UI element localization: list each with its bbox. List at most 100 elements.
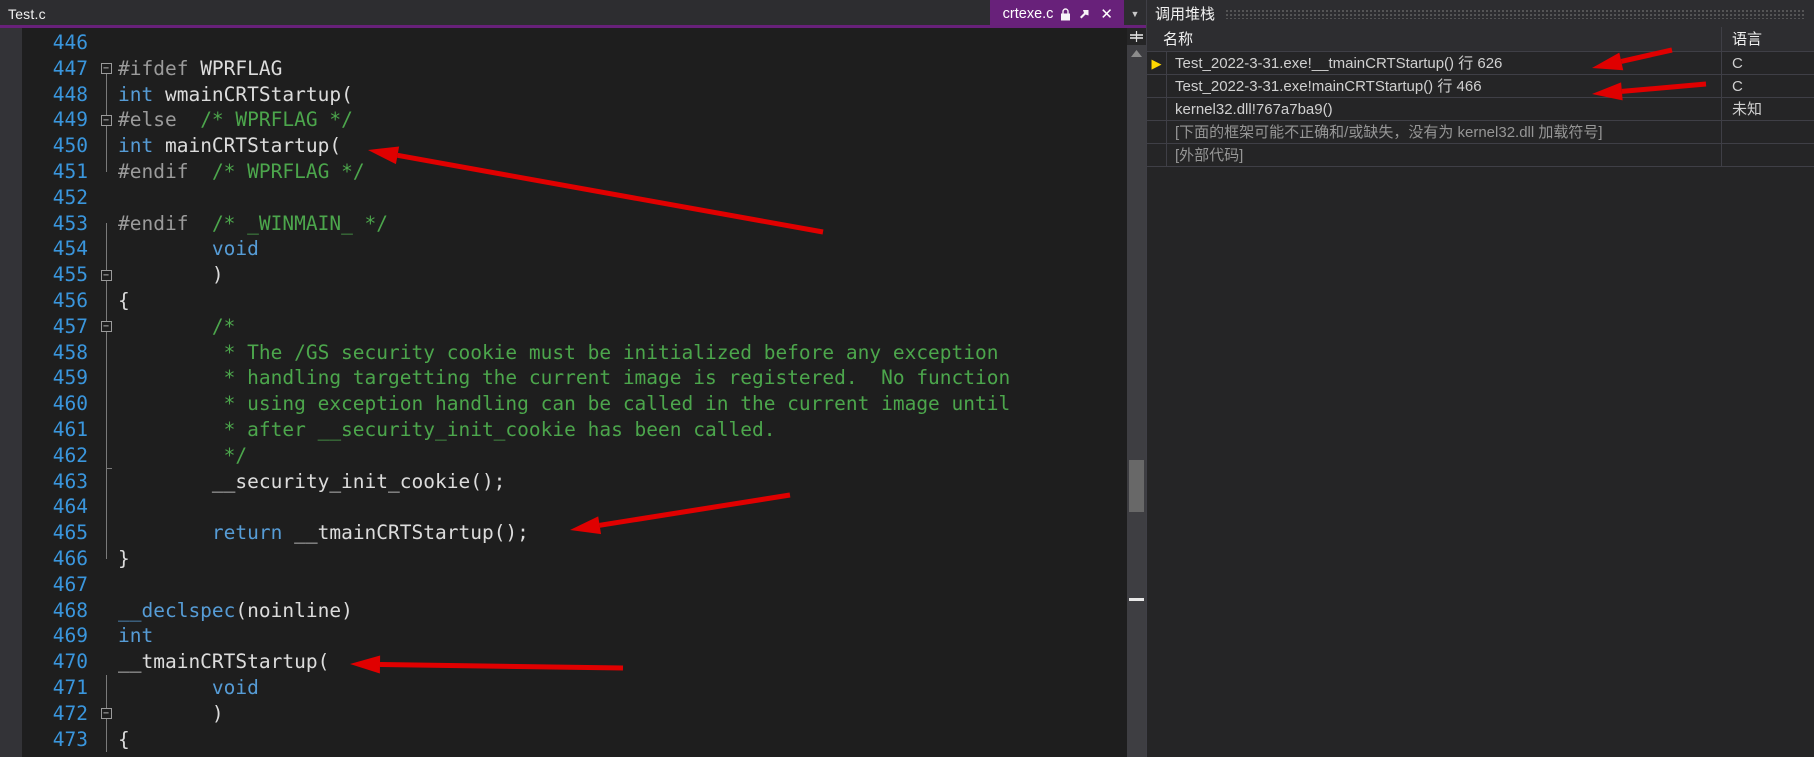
call-stack-frame-language — [1722, 121, 1814, 144]
fold-margin[interactable] — [96, 30, 116, 56]
fold-margin[interactable] — [96, 416, 116, 443]
fold-collapse-icon[interactable]: − — [100, 63, 112, 75]
code-line[interactable]: 459 * handling targetting the current im… — [22, 365, 1146, 392]
pin-icon[interactable] — [1078, 8, 1091, 21]
fold-margin[interactable] — [96, 468, 116, 495]
fold-margin[interactable] — [96, 211, 116, 237]
fold-collapse-icon[interactable]: − — [100, 114, 112, 126]
code-line[interactable]: 452 — [22, 185, 1146, 211]
fold-margin[interactable] — [96, 726, 116, 753]
code-token: wmainCRTStartup( — [153, 82, 353, 106]
code-line[interactable]: 465 return __tmainCRTStartup(); — [22, 520, 1146, 546]
code-line[interactable]: 471 void — [22, 674, 1146, 701]
fold-collapse-icon[interactable]: − — [100, 321, 112, 333]
code-token: #else — [118, 108, 177, 132]
code-line[interactable]: 461 * after __security_init_cookie has b… — [22, 416, 1146, 443]
split-view-icon[interactable] — [1127, 28, 1146, 45]
code-line[interactable]: 447− #ifdef WPRFLAG — [22, 56, 1146, 82]
fold-margin[interactable]: − — [96, 56, 116, 82]
fold-margin[interactable] — [96, 391, 116, 417]
line-number: 469 — [52, 624, 88, 648]
line-number: 455 — [52, 263, 88, 287]
fold-margin[interactable] — [96, 158, 116, 185]
code-line-text: { — [116, 288, 130, 314]
call-stack-row[interactable]: kernel32.dll!767a7ba9() 未知 — [1147, 97, 1814, 121]
breakpoint-indicator-margin[interactable] — [0, 28, 22, 757]
scroll-up-arrow-icon[interactable] — [1127, 47, 1146, 60]
code-line-text: return __tmainCRTStartup(); — [116, 520, 529, 546]
code-line[interactable]: 467 — [22, 572, 1146, 598]
fold-margin[interactable] — [96, 520, 116, 546]
line-number: 447 — [52, 56, 88, 80]
fold-margin[interactable] — [96, 185, 116, 211]
chevron-down-icon[interactable]: ▼ — [1124, 0, 1146, 28]
tab-crtexe-c[interactable]: crtexe.c ✕ — [989, 0, 1124, 28]
fold-margin[interactable] — [96, 494, 116, 521]
code-line[interactable]: 460 * using exception handling can be ca… — [22, 391, 1146, 417]
code-line[interactable]: 455− ) — [22, 262, 1146, 288]
fold-margin[interactable] — [96, 649, 116, 675]
column-header-name[interactable]: 名称 — [1147, 26, 1722, 52]
fold-collapse-icon[interactable]: − — [100, 269, 112, 281]
fold-margin[interactable]: − — [96, 107, 116, 134]
code-line[interactable]: 469 int — [22, 623, 1146, 649]
fold-margin[interactable]: − — [96, 700, 116, 727]
code-line[interactable]: 449− #else /* WPRFLAG */ — [22, 107, 1146, 134]
frame-gutter — [1147, 74, 1167, 98]
line-number: 454 — [52, 237, 88, 261]
code-line[interactable]: 458 * The /GS security cookie must be in… — [22, 339, 1146, 366]
fold-margin[interactable]: − — [96, 313, 116, 340]
code-line[interactable]: 446 — [22, 30, 1146, 56]
close-icon[interactable]: ✕ — [1098, 7, 1115, 22]
code-line[interactable]: 464 — [22, 494, 1146, 521]
code-token: (noinline) — [235, 598, 353, 622]
fold-margin[interactable] — [96, 287, 116, 314]
code-token: */ — [118, 443, 248, 467]
fold-margin[interactable] — [96, 133, 116, 159]
code-token: /* WPRFLAG */ — [200, 108, 353, 132]
code-line[interactable]: 457− /* — [22, 313, 1146, 340]
editor-vertical-scrollbar[interactable] — [1127, 28, 1146, 757]
call-stack-row[interactable]: [下面的框架可能不正确和/或缺失，没有为 kernel32.dll 加载符号] — [1147, 120, 1814, 144]
fold-margin[interactable] — [96, 365, 116, 392]
fold-margin[interactable] — [96, 442, 116, 469]
fold-margin[interactable] — [96, 572, 116, 598]
call-stack-row[interactable]: Test_2022-3-31.exe!mainCRTStartup() 行 46… — [1147, 74, 1814, 98]
call-stack-row[interactable]: ▶ Test_2022-3-31.exe!__tmainCRTStartup() … — [1147, 51, 1814, 75]
code-line[interactable]: 450 int mainCRTStartup( — [22, 133, 1146, 159]
code-line[interactable]: 456 { — [22, 287, 1146, 314]
fold-margin[interactable] — [96, 598, 116, 624]
fold-margin[interactable] — [96, 545, 116, 572]
call-stack-frame-language: 未知 — [1732, 100, 1763, 118]
fold-margin[interactable] — [96, 339, 116, 366]
code-line[interactable]: 466} — [22, 545, 1146, 572]
code-line[interactable]: 468 __declspec(noinline) — [22, 598, 1146, 624]
code-text-area[interactable]: 446 447− #ifdef WPRFLAG 448 int wmainCRTStar… — [22, 28, 1146, 757]
panel-drag-handle[interactable] — [1225, 8, 1806, 19]
code-line[interactable]: 472− ) — [22, 700, 1146, 727]
call-stack-row[interactable]: [外部代码] — [1147, 143, 1814, 167]
code-line[interactable]: 454 void — [22, 236, 1146, 263]
fold-margin[interactable] — [96, 623, 116, 649]
code-token: * handling targetting the current image … — [118, 366, 1011, 390]
column-header-language[interactable]: 语言 — [1722, 27, 1814, 52]
code-line[interactable]: 462 */ — [22, 442, 1146, 469]
code-line[interactable]: 463 __security_init_cookie(); — [22, 468, 1146, 495]
code-line[interactable]: 453 #endif /* _WINMAIN_ */ — [22, 211, 1146, 237]
code-token: #endif — [118, 159, 189, 183]
code-line-text: #endif /* WPRFLAG */ — [116, 159, 365, 185]
call-stack-frame-name: kernel32.dll!767a7ba9() — [1167, 97, 1722, 121]
code-line[interactable]: 470 __tmainCRTStartup( — [22, 649, 1146, 675]
code-token: { — [118, 288, 130, 312]
code-line[interactable]: 451 #endif /* WPRFLAG */ — [22, 158, 1146, 185]
code-token: void — [211, 675, 259, 699]
code-line[interactable]: 448 int wmainCRTStartup( — [22, 81, 1146, 108]
code-line[interactable]: 473 { — [22, 726, 1146, 753]
line-number: 451 — [52, 159, 88, 183]
fold-collapse-icon[interactable]: − — [100, 708, 112, 720]
fold-margin[interactable] — [96, 81, 116, 108]
scrollbar-thumb[interactable] — [1129, 460, 1144, 512]
fold-margin[interactable] — [96, 236, 116, 263]
fold-margin[interactable] — [96, 674, 116, 701]
fold-margin[interactable]: − — [96, 262, 116, 288]
